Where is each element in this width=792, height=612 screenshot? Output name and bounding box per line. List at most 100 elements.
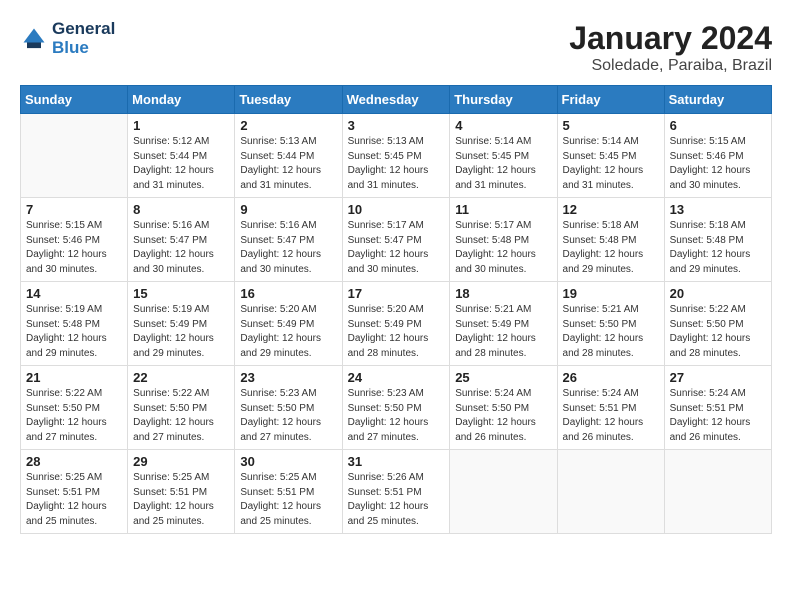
weekday-header-sunday: Sunday bbox=[21, 86, 128, 114]
day-number: 1 bbox=[133, 118, 229, 133]
calendar-cell: 5Sunrise: 5:14 AM Sunset: 5:45 PM Daylig… bbox=[557, 114, 664, 198]
day-info: Sunrise: 5:13 AM Sunset: 5:45 PM Dayligh… bbox=[348, 135, 445, 193]
day-info: Sunrise: 5:19 AM Sunset: 5:49 PM Dayligh… bbox=[133, 303, 229, 361]
day-info: Sunrise: 5:16 AM Sunset: 5:47 PM Dayligh… bbox=[133, 219, 229, 277]
day-number: 27 bbox=[670, 370, 766, 385]
day-info: Sunrise: 5:24 AM Sunset: 5:50 PM Dayligh… bbox=[455, 387, 551, 445]
day-number: 9 bbox=[240, 202, 336, 217]
day-info: Sunrise: 5:21 AM Sunset: 5:50 PM Dayligh… bbox=[563, 303, 659, 361]
month-year-title: January 2024 bbox=[569, 20, 772, 57]
calendar-cell: 30 Sunrise: 5:25 AM Sunset: 5:51 PM Dayli… bbox=[235, 450, 342, 534]
day-number: 31 bbox=[348, 454, 445, 469]
calendar-cell: 8 Sunrise: 5:16 AM Sunset: 5:47 PM Daylig… bbox=[128, 198, 235, 282]
calendar-cell: 29Sunrise: 5:25 AM Sunset: 5:51 PM Dayli… bbox=[128, 450, 235, 534]
day-info: Sunrise: 5:17 AM Sunset: 5:47 PM Dayligh… bbox=[348, 219, 445, 277]
day-info: Sunrise: 5:16 AM Sunset: 5:47 PM Dayligh… bbox=[240, 219, 336, 277]
day-info: Sunrise: 5:26 AM Sunset: 5:51 PM Dayligh… bbox=[348, 471, 445, 529]
calendar-cell bbox=[450, 450, 557, 534]
day-number: 15 bbox=[133, 286, 229, 301]
calendar-cell: 14 Sunrise: 5:19 AM Sunset: 5:48 PM Dayli… bbox=[21, 282, 128, 366]
logo-icon bbox=[20, 25, 48, 53]
logo-text-blue: Blue bbox=[52, 39, 115, 58]
day-number: 28 bbox=[26, 454, 122, 469]
week-row-3: 14 Sunrise: 5:19 AM Sunset: 5:48 PM Dayli… bbox=[21, 282, 772, 366]
calendar-cell: 13 Sunrise: 5:18 AM Sunset: 5:48 PM Dayli… bbox=[664, 198, 771, 282]
title-block: January 2024 Soledade, Paraiba, Brazil bbox=[569, 20, 772, 75]
calendar-cell: 6Sunrise: 5:15 AM Sunset: 5:46 PM Daylig… bbox=[664, 114, 771, 198]
calendar-cell: 24 Sunrise: 5:23 AM Sunset: 5:50 PM Dayli… bbox=[342, 366, 450, 450]
weekday-header-thursday: Thursday bbox=[450, 86, 557, 114]
day-info: Sunrise: 5:25 AM Sunset: 5:51 PM Dayligh… bbox=[240, 471, 336, 529]
calendar-cell: 22 Sunrise: 5:22 AM Sunset: 5:50 PM Dayli… bbox=[128, 366, 235, 450]
day-number: 8 bbox=[133, 202, 229, 217]
calendar-cell: 19 Sunrise: 5:21 AM Sunset: 5:50 PM Dayli… bbox=[557, 282, 664, 366]
day-info: Sunrise: 5:12 AM Sunset: 5:44 PM Dayligh… bbox=[133, 135, 229, 193]
day-number: 10 bbox=[348, 202, 445, 217]
calendar-cell: 4 Sunrise: 5:14 AM Sunset: 5:45 PM Daylig… bbox=[450, 114, 557, 198]
logo-text-general: General bbox=[52, 20, 115, 39]
day-info: Sunrise: 5:15 AM Sunset: 5:46 PM Dayligh… bbox=[670, 135, 766, 193]
weekday-header-tuesday: Tuesday bbox=[235, 86, 342, 114]
calendar-cell: 28 Sunrise: 5:25 AM Sunset: 5:51 PM Dayli… bbox=[21, 450, 128, 534]
day-number: 30 bbox=[240, 454, 336, 469]
week-row-2: 7 Sunrise: 5:15 AM Sunset: 5:46 PM Daylig… bbox=[21, 198, 772, 282]
weekday-header-wednesday: Wednesday bbox=[342, 86, 450, 114]
calendar-cell: 26 Sunrise: 5:24 AM Sunset: 5:51 PM Dayli… bbox=[557, 366, 664, 450]
calendar-cell bbox=[664, 450, 771, 534]
day-number: 16 bbox=[240, 286, 336, 301]
day-info: Sunrise: 5:20 AM Sunset: 5:49 PM Dayligh… bbox=[240, 303, 336, 361]
day-number: 11 bbox=[455, 202, 551, 217]
calendar-cell: 23Sunrise: 5:23 AM Sunset: 5:50 PM Dayli… bbox=[235, 366, 342, 450]
weekday-header-row: SundayMondayTuesdayWednesdayThursdayFrid… bbox=[21, 86, 772, 114]
week-row-1: 1 Sunrise: 5:12 AM Sunset: 5:44 PM Daylig… bbox=[21, 114, 772, 198]
day-info: Sunrise: 5:17 AM Sunset: 5:48 PM Dayligh… bbox=[455, 219, 551, 277]
logo: General Blue bbox=[20, 20, 115, 57]
calendar-cell: 18 Sunrise: 5:21 AM Sunset: 5:49 PM Dayli… bbox=[450, 282, 557, 366]
day-info: Sunrise: 5:15 AM Sunset: 5:46 PM Dayligh… bbox=[26, 219, 122, 277]
day-info: Sunrise: 5:19 AM Sunset: 5:48 PM Dayligh… bbox=[26, 303, 122, 361]
calendar-cell: 27Sunrise: 5:24 AM Sunset: 5:51 PM Dayli… bbox=[664, 366, 771, 450]
day-info: Sunrise: 5:18 AM Sunset: 5:48 PM Dayligh… bbox=[563, 219, 659, 277]
calendar-cell: 20 Sunrise: 5:22 AM Sunset: 5:50 PM Dayli… bbox=[664, 282, 771, 366]
day-number: 24 bbox=[348, 370, 445, 385]
weekday-header-monday: Monday bbox=[128, 86, 235, 114]
day-number: 26 bbox=[563, 370, 659, 385]
calendar-cell: 15 Sunrise: 5:19 AM Sunset: 5:49 PM Dayli… bbox=[128, 282, 235, 366]
day-info: Sunrise: 5:23 AM Sunset: 5:50 PM Dayligh… bbox=[240, 387, 336, 445]
day-info: Sunrise: 5:18 AM Sunset: 5:48 PM Dayligh… bbox=[670, 219, 766, 277]
day-info: Sunrise: 5:14 AM Sunset: 5:45 PM Dayligh… bbox=[455, 135, 551, 193]
day-info: Sunrise: 5:22 AM Sunset: 5:50 PM Dayligh… bbox=[133, 387, 229, 445]
week-row-4: 21 Sunrise: 5:22 AM Sunset: 5:50 PM Dayli… bbox=[21, 366, 772, 450]
day-info: Sunrise: 5:22 AM Sunset: 5:50 PM Dayligh… bbox=[670, 303, 766, 361]
day-info: Sunrise: 5:21 AM Sunset: 5:49 PM Dayligh… bbox=[455, 303, 551, 361]
day-number: 22 bbox=[133, 370, 229, 385]
calendar-cell: 25 Sunrise: 5:24 AM Sunset: 5:50 PM Dayli… bbox=[450, 366, 557, 450]
day-info: Sunrise: 5:25 AM Sunset: 5:51 PM Dayligh… bbox=[26, 471, 122, 529]
day-number: 21 bbox=[26, 370, 122, 385]
calendar-cell: 10 Sunrise: 5:17 AM Sunset: 5:47 PM Dayli… bbox=[342, 198, 450, 282]
calendar-cell: 12Sunrise: 5:18 AM Sunset: 5:48 PM Dayli… bbox=[557, 198, 664, 282]
day-info: Sunrise: 5:24 AM Sunset: 5:51 PM Dayligh… bbox=[563, 387, 659, 445]
calendar-cell: 31 Sunrise: 5:26 AM Sunset: 5:51 PM Dayli… bbox=[342, 450, 450, 534]
day-number: 3 bbox=[348, 118, 445, 133]
calendar-table: SundayMondayTuesdayWednesdayThursdayFrid… bbox=[20, 85, 772, 534]
day-number: 29 bbox=[133, 454, 229, 469]
calendar-cell: 17Sunrise: 5:20 AM Sunset: 5:49 PM Dayli… bbox=[342, 282, 450, 366]
day-number: 4 bbox=[455, 118, 551, 133]
day-info: Sunrise: 5:23 AM Sunset: 5:50 PM Dayligh… bbox=[348, 387, 445, 445]
calendar-cell: 9 Sunrise: 5:16 AM Sunset: 5:47 PM Daylig… bbox=[235, 198, 342, 282]
day-number: 18 bbox=[455, 286, 551, 301]
day-number: 14 bbox=[26, 286, 122, 301]
calendar-cell: 2Sunrise: 5:13 AM Sunset: 5:44 PM Daylig… bbox=[235, 114, 342, 198]
day-info: Sunrise: 5:20 AM Sunset: 5:49 PM Dayligh… bbox=[348, 303, 445, 361]
weekday-header-saturday: Saturday bbox=[664, 86, 771, 114]
day-number: 13 bbox=[670, 202, 766, 217]
weekday-header-friday: Friday bbox=[557, 86, 664, 114]
day-number: 20 bbox=[670, 286, 766, 301]
calendar-cell: 16 Sunrise: 5:20 AM Sunset: 5:49 PM Dayli… bbox=[235, 282, 342, 366]
day-info: Sunrise: 5:22 AM Sunset: 5:50 PM Dayligh… bbox=[26, 387, 122, 445]
day-number: 7 bbox=[26, 202, 122, 217]
day-number: 25 bbox=[455, 370, 551, 385]
day-number: 19 bbox=[563, 286, 659, 301]
calendar-cell: 21 Sunrise: 5:22 AM Sunset: 5:50 PM Dayli… bbox=[21, 366, 128, 450]
